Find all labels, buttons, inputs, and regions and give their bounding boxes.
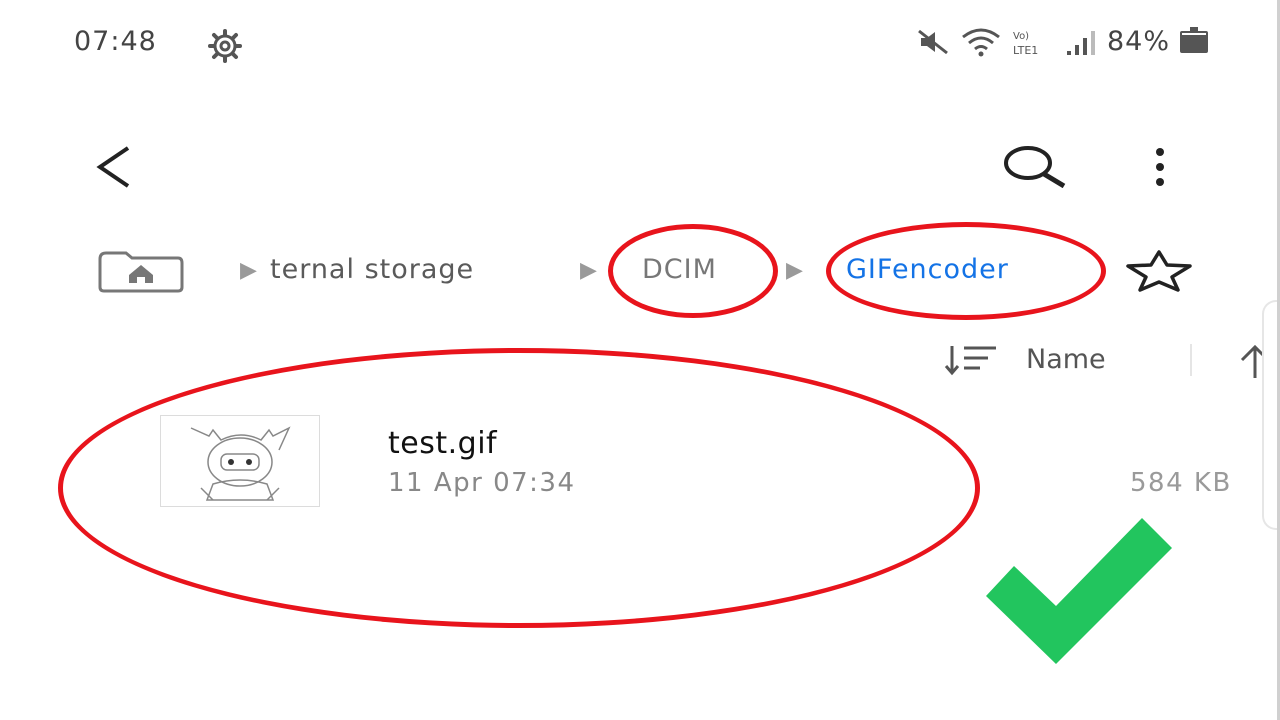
- battery-icon: [1180, 26, 1208, 53]
- sort-by-label[interactable]: Name: [1026, 344, 1106, 375]
- svg-text:Vo): Vo): [1013, 31, 1029, 42]
- svg-text:LTE1: LTE1: [1013, 44, 1038, 57]
- gear-icon: [208, 29, 242, 63]
- search-icon[interactable]: [1000, 144, 1068, 188]
- checkmark-icon: [986, 518, 1172, 664]
- back-icon[interactable]: [90, 142, 140, 192]
- mute-icon: [918, 29, 948, 54]
- lte-icon: Vo) LTE1: [1013, 31, 1038, 57]
- status-icons: Vo) LTE1 84%: [915, 26, 1208, 57]
- breadcrumb-separator: ▶: [786, 258, 803, 283]
- breadcrumb-separator: ▶: [240, 258, 257, 283]
- file-size: 584 KB: [1130, 468, 1232, 498]
- annotation-circle-gifencoder: [826, 222, 1106, 320]
- home-folder-icon[interactable]: [96, 249, 186, 293]
- signal-icon: [1066, 30, 1095, 55]
- battery-percent: 84%: [1106, 26, 1170, 57]
- breadcrumb-separator: ▶: [580, 258, 597, 283]
- status-time: 07:48: [74, 26, 157, 57]
- sort-divider: [1190, 344, 1192, 376]
- sort-icon[interactable]: [940, 344, 1000, 376]
- annotation-circle-file: [58, 348, 980, 628]
- annotation-circle-dcim: [608, 224, 778, 318]
- star-icon[interactable]: [1124, 250, 1194, 292]
- wifi-icon: [962, 28, 1000, 56]
- more-vert-icon[interactable]: [1148, 146, 1172, 188]
- breadcrumb-internal-storage[interactable]: ternal storage: [270, 254, 474, 285]
